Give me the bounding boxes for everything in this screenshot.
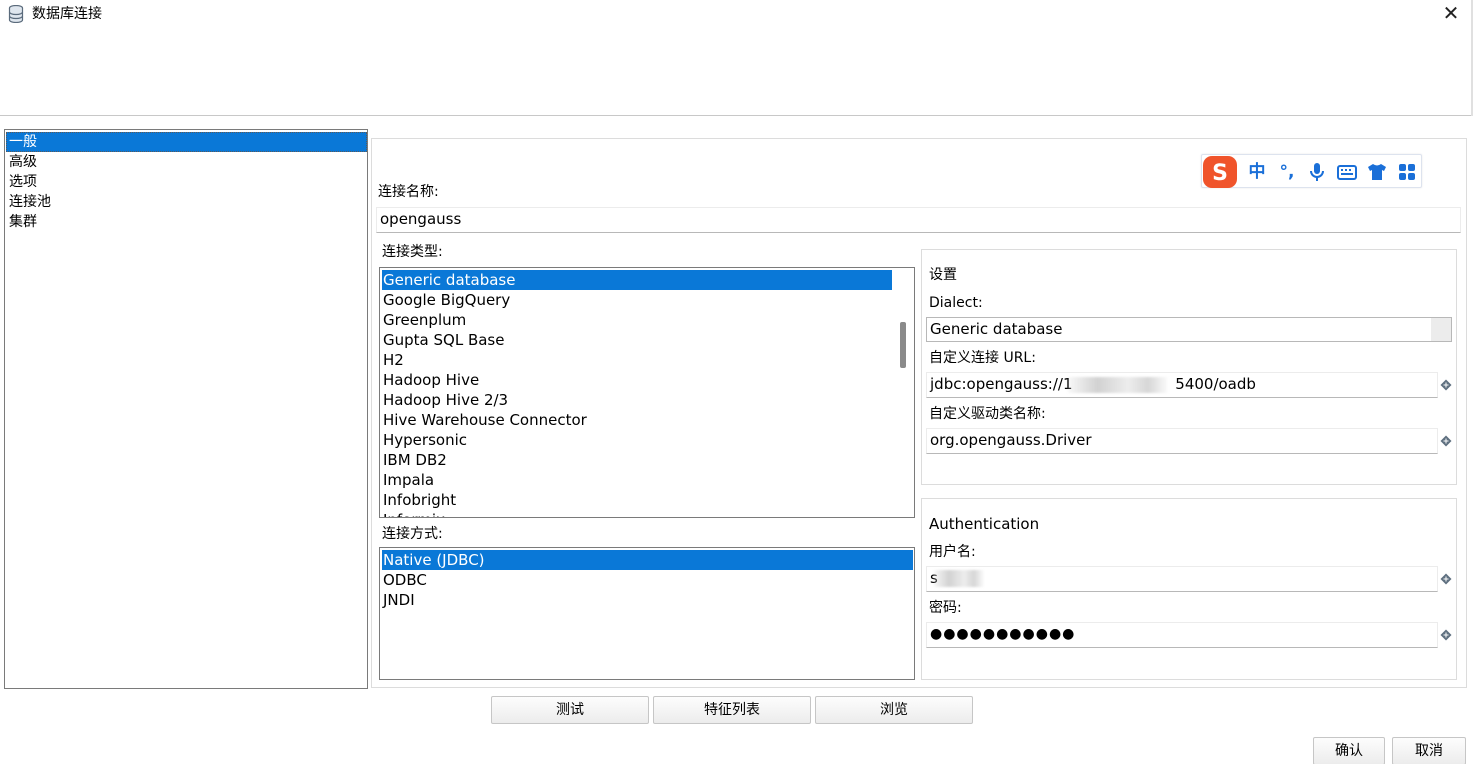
authentication-title: Authentication (929, 515, 1040, 533)
list-item[interactable]: Hive Warehouse Connector (382, 410, 587, 430)
sogou-logo-icon[interactable]: S (1202, 155, 1238, 189)
list-item-jndi[interactable]: JNDI (382, 590, 415, 610)
connection-type-list[interactable]: Generic database Google BigQuery Greenpl… (379, 267, 915, 518)
nav-item-advanced[interactable]: 高级 (6, 152, 367, 172)
variable-icon[interactable] (1440, 629, 1452, 641)
list-item[interactable]: Hadoop Hive 2/3 (382, 390, 508, 410)
custom-url-prefix: jdbc:opengauss://1 (930, 375, 1073, 393)
connection-method-list[interactable]: Native (JDBC) ODBC JNDI (379, 547, 915, 680)
username-redaction-blur (934, 570, 984, 587)
connection-type-scrollbar[interactable] (895, 268, 913, 516)
nav-item-general[interactable]: 一般 (6, 132, 367, 152)
variable-icon[interactable] (1440, 435, 1452, 447)
title-bar (0, 0, 1473, 116)
list-item[interactable]: Hadoop Hive (382, 370, 479, 390)
custom-url-suffix: 5400/oadb (1175, 375, 1256, 393)
explore-button[interactable]: 浏览 (815, 696, 973, 724)
list-item[interactable]: H2 (382, 350, 404, 370)
skin-shirt-icon[interactable] (1366, 161, 1388, 183)
list-item[interactable]: Hypersonic (382, 430, 467, 450)
window-title: 数据库连接 (32, 6, 102, 22)
list-item[interactable]: Informix (382, 510, 445, 517)
variable-icon[interactable] (1440, 379, 1452, 391)
feature-list-button[interactable]: 特征列表 (653, 696, 811, 724)
list-item[interactable]: Impala (382, 470, 434, 490)
connection-name-input[interactable]: opengauss (376, 207, 1461, 233)
custom-url-label: 自定义连接 URL: (929, 350, 1036, 366)
database-icon (8, 5, 24, 23)
custom-driver-input[interactable]: org.opengauss.Driver (926, 428, 1438, 454)
nav-item-pooling[interactable]: 连接池 (6, 192, 367, 212)
list-item[interactable]: Greenplum (382, 310, 466, 330)
cancel-button[interactable]: 取消 (1392, 737, 1466, 764)
close-icon[interactable]: ✕ (1438, 2, 1464, 26)
username-label: 用户名: (929, 544, 976, 560)
settings-title: 设置 (929, 267, 957, 283)
url-redaction-blur (1068, 377, 1168, 393)
dialect-label: Dialect: (929, 295, 983, 311)
list-item-native-jdbc[interactable]: Native (JDBC) (382, 550, 913, 570)
custom-url-input[interactable]: jdbc:opengauss://1 5400/oadb (926, 372, 1438, 398)
username-input[interactable]: s (926, 566, 1438, 592)
test-button[interactable]: 测试 (491, 696, 649, 724)
scrollbar-thumb[interactable] (900, 322, 906, 368)
list-item[interactable]: Infobright (382, 490, 456, 510)
list-item-odbc[interactable]: ODBC (382, 570, 427, 590)
list-item[interactable]: Gupta SQL Base (382, 330, 504, 350)
connection-type-label: 连接类型: (382, 244, 443, 260)
nav-item-options[interactable]: 选项 (6, 172, 367, 192)
password-input[interactable]: ●●●●●●●●●●● (926, 622, 1438, 648)
password-label: 密码: (929, 600, 962, 616)
list-item[interactable]: Google BigQuery (382, 290, 510, 310)
ime-toolbar[interactable]: S 中 °, (1201, 154, 1422, 188)
settings-category-list[interactable]: 一般 高级 选项 连接池 集群 (4, 129, 368, 689)
microphone-icon[interactable] (1306, 161, 1328, 183)
chinese-mode-icon[interactable]: 中 (1246, 161, 1268, 183)
punctuation-icon[interactable]: °, (1276, 161, 1298, 183)
list-item-generic-database[interactable]: Generic database (382, 270, 892, 290)
connection-name-label: 连接名称: (378, 184, 439, 200)
dialect-dropdown-area[interactable] (1431, 318, 1451, 341)
dialect-field[interactable]: Generic database (926, 317, 1452, 342)
nav-item-cluster[interactable]: 集群 (6, 212, 367, 232)
connection-method-label: 连接方式: (382, 526, 443, 542)
custom-driver-label: 自定义驱动类名称: (929, 406, 1046, 422)
variable-icon[interactable] (1440, 573, 1452, 585)
keyboard-icon[interactable] (1336, 161, 1358, 183)
toolbox-icon[interactable] (1396, 161, 1418, 183)
list-item[interactable]: IBM DB2 (382, 450, 447, 470)
sogou-logo-letter: S (1212, 161, 1228, 186)
ok-button[interactable]: 确认 (1313, 737, 1385, 764)
